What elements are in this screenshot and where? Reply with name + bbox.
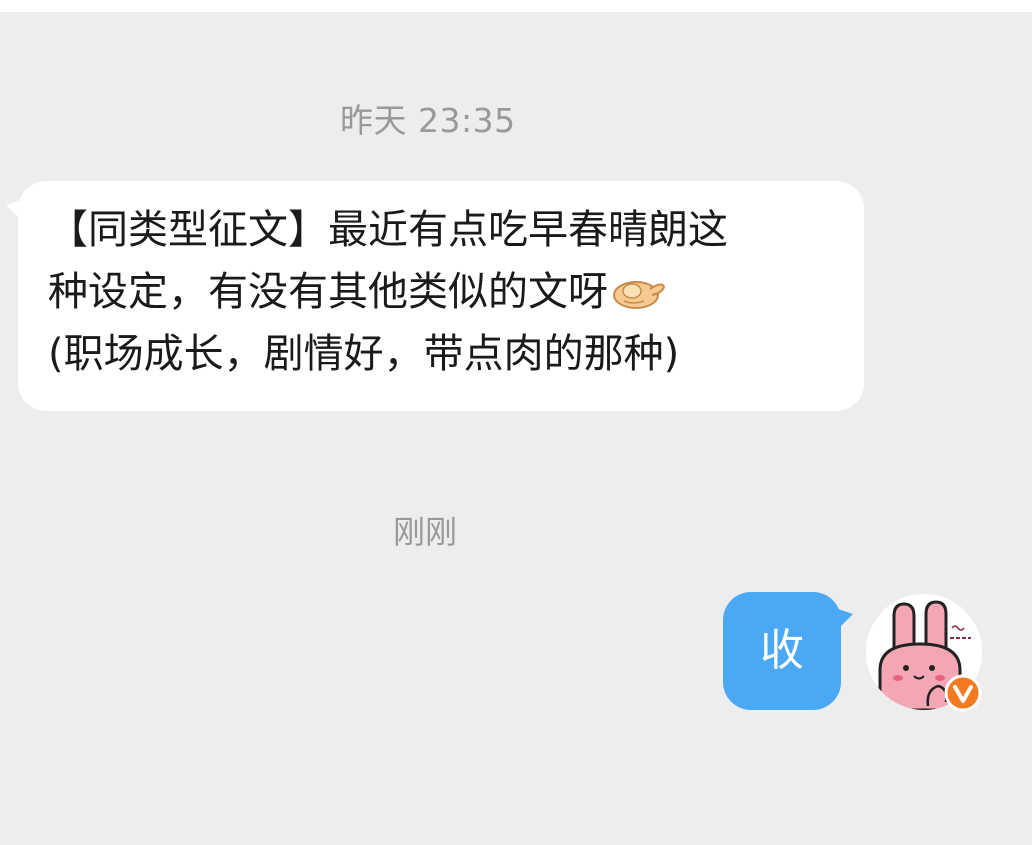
verified-v-badge-icon (944, 674, 982, 712)
incoming-message-bubble[interactable]: 【同类型征文】最近有点吃早春晴朗这 种设定，有没有其他类似的文呀 (职场成长，剧… (6, 181, 864, 411)
message-line-2-text: 种设定，有没有其他类似的文呀 (48, 269, 608, 315)
incoming-bubble-tail (6, 199, 24, 223)
message-line-3: (职场成长，剧情好，带点肉的那种) (48, 331, 680, 377)
message-line-1: 【同类型征文】最近有点吃早春晴朗这 (48, 207, 728, 253)
outgoing-message-bubble[interactable]: 收 (723, 592, 853, 710)
chat-area: 昨天 23:35 【同类型征文】最近有点吃早春晴朗这 种设定，有没有其他类似的文… (0, 12, 1032, 845)
outgoing-message-text: 收 (760, 625, 804, 676)
timestamp-yesterday: 昨天 23:35 (340, 101, 516, 140)
message-line-2: 种设定，有没有其他类似的文呀 (48, 261, 834, 323)
pinching-hand-emoji-icon (613, 281, 666, 309)
timestamp-just-now: 刚刚 (393, 513, 458, 551)
